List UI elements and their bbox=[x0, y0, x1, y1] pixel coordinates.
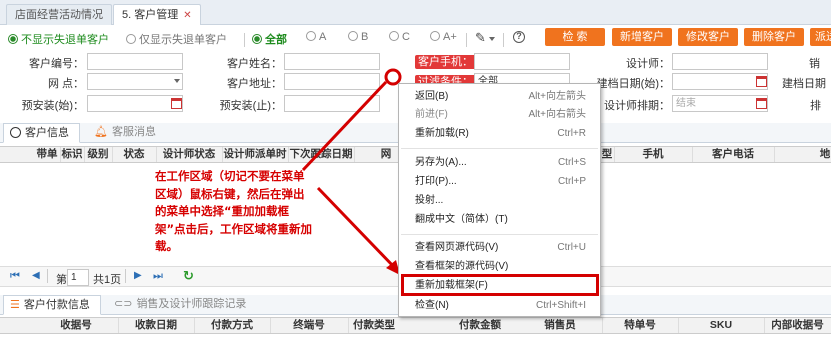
menu-item-cast[interactable]: 投射... bbox=[415, 193, 443, 209]
annotation-note: 在工作区域（切记不要在菜单区域）鼠标右键，然后在弹出的菜单中选择“重加加载框架”… bbox=[155, 169, 313, 253]
menu-item-forward[interactable]: 前进(F) bbox=[415, 107, 448, 123]
menu-shortcut: Alt+向左箭头 bbox=[528, 91, 586, 102]
menu-shortcut: Ctrl+S bbox=[557, 157, 586, 168]
menu-shortcut: Ctrl+Shift+I bbox=[535, 300, 586, 311]
menu-item-view-frame-source[interactable]: 查看框架的源代码(V) bbox=[415, 259, 508, 275]
menu-item-reload[interactable]: 重新加载(R) bbox=[415, 126, 469, 142]
menu-divider bbox=[401, 148, 598, 149]
menu-item-reload-frame[interactable]: 重新加载框架(F) bbox=[415, 278, 488, 294]
menu-item-save-as[interactable]: 另存为(A)... bbox=[415, 155, 467, 171]
menu-item-print[interactable]: 打印(P)... bbox=[415, 174, 457, 190]
menu-shortcut: Ctrl+R bbox=[557, 128, 586, 139]
context-menu: 返回(B) Alt+向左箭头 前进(F) Alt+向右箭头 重新加载(R) Ct… bbox=[398, 83, 601, 317]
menu-item-back[interactable]: 返回(B) bbox=[415, 89, 448, 105]
menu-shortcut: Ctrl+P bbox=[557, 176, 586, 187]
menu-shortcut: Ctrl+U bbox=[557, 242, 586, 253]
menu-item-translate[interactable]: 翻成中文（简体）(T) bbox=[415, 212, 508, 228]
menu-item-inspect[interactable]: 检查(N) bbox=[415, 298, 449, 314]
menu-divider bbox=[401, 234, 598, 235]
menu-item-view-source[interactable]: 查看网页源代码(V) bbox=[415, 240, 498, 256]
menu-shortcut: Alt+向右箭头 bbox=[528, 109, 586, 120]
